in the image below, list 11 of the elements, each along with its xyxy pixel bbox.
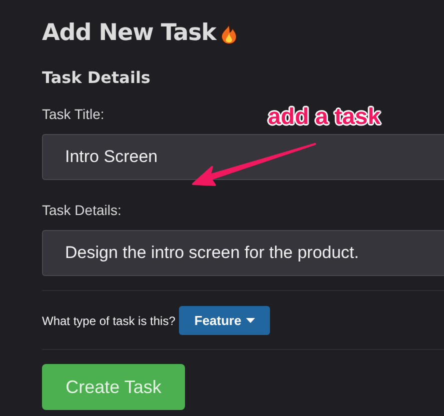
task-type-dropdown[interactable]: Feature	[179, 306, 270, 335]
page-title: Add New Task	[42, 20, 216, 46]
section-heading: Task Details	[42, 68, 150, 88]
input-field[interactable]: Intro Screen	[42, 134, 444, 180]
caret-icon	[246, 318, 256, 323]
field-label: Task Details:	[42, 202, 122, 218]
annotation-text: add a task	[268, 104, 380, 128]
field-label: Task Title:	[42, 106, 104, 122]
input-field[interactable]: Design the intro screen for the product.	[42, 230, 444, 276]
task-type-label: What type of task is this?	[42, 314, 176, 328]
fire-icon	[220, 21, 238, 45]
